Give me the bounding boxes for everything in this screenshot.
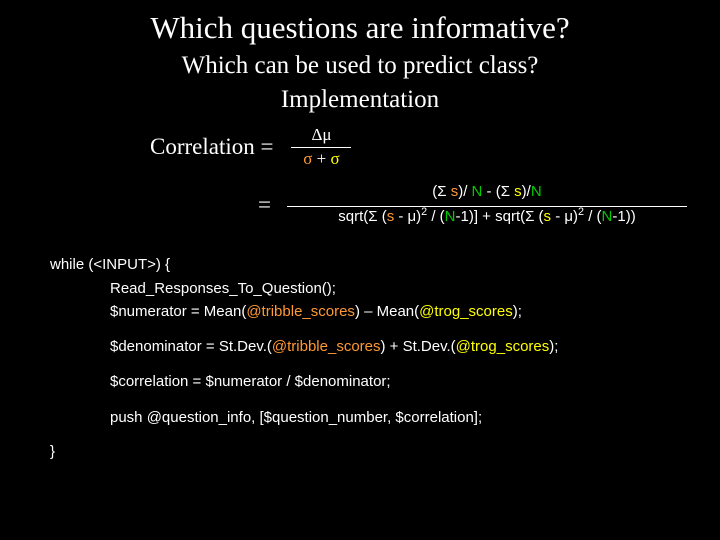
frac2-denominator: sqrt(Σ (s - μ)2 / (N-1)] + sqrt(Σ (s - μ… <box>338 209 635 226</box>
num-n1: N <box>472 183 483 200</box>
frac1-numerator: Δμ <box>311 126 331 145</box>
correlation-lhs: Correlation = <box>150 134 273 160</box>
correlation-fraction-1: Δμ σ + σ <box>291 126 351 168</box>
num-text: (Σ <box>496 183 514 200</box>
num-text: )/ <box>522 183 531 200</box>
frac1-denominator: σ + σ <box>303 150 339 169</box>
code-text: $numerator = Mean( <box>110 303 246 320</box>
frac2-numerator: (Σ s)/ N - (Σ s)/N <box>432 184 541 201</box>
correlation-equation-1: Correlation = Δμ σ + σ <box>150 126 720 168</box>
num-text: )/ <box>458 183 471 200</box>
num-text: (Σ <box>432 183 450 200</box>
correlation-equation-2: = (Σ s)/ N - (Σ s)/N sqrt(Σ (s - μ)2 / (… <box>258 184 720 225</box>
code-line: while (<INPUT>) { <box>50 253 720 276</box>
tribble-scores: @tribble_scores <box>246 303 355 320</box>
code-line: $correlation = $numerator / $denominator… <box>110 370 720 393</box>
equals-sign: = <box>258 192 271 218</box>
slide-subtitle: Which can be used to predict class? <box>0 52 720 80</box>
den-n1: N <box>445 208 456 225</box>
den-s2: s <box>544 208 552 225</box>
trog-scores: @trog_scores <box>419 303 513 320</box>
den-text: - μ) <box>394 208 421 225</box>
code-text: $denominator = St.Dev.( <box>110 338 272 355</box>
code-text: ); <box>549 338 558 355</box>
slide-title: Which questions are informative? <box>0 0 720 46</box>
code-text: ); <box>513 303 522 320</box>
num-s2: s <box>514 183 522 200</box>
code-closing-brace: } <box>50 443 720 460</box>
code-line: $denominator = St.Dev.(@tribble_scores) … <box>110 335 720 358</box>
plus-sign: + <box>312 149 330 168</box>
trog-scores: @trog_scores <box>456 338 550 355</box>
tribble-scores: @tribble_scores <box>272 338 381 355</box>
fraction-bar <box>291 147 351 148</box>
den-text: / ( <box>427 208 445 225</box>
den-n2: N <box>602 208 613 225</box>
den-text: - μ) <box>551 208 578 225</box>
den-text: / ( <box>584 208 602 225</box>
sigma-2: σ <box>331 149 340 168</box>
fraction-bar <box>287 206 687 207</box>
code-text: ) – Mean( <box>355 303 419 320</box>
code-line: $numerator = Mean(@tribble_scores) – Mea… <box>110 300 720 323</box>
code-line: push @question_info, [$question_number, … <box>110 406 720 429</box>
implementation-heading: Implementation <box>0 86 720 114</box>
den-text: -1)] + sqrt(Σ ( <box>456 208 544 225</box>
correlation-fraction-2: (Σ s)/ N - (Σ s)/N sqrt(Σ (s - μ)2 / (N-… <box>287 184 687 225</box>
code-line: Read_Responses_To_Question(); <box>110 277 720 300</box>
den-text: -1)) <box>612 208 635 225</box>
pseudocode-block: while (<INPUT>) { Read_Responses_To_Ques… <box>50 253 720 429</box>
code-text: ) + St.Dev.( <box>381 338 456 355</box>
den-text: sqrt(Σ ( <box>338 208 386 225</box>
num-minus: - <box>482 183 495 200</box>
num-n2: N <box>531 183 542 200</box>
